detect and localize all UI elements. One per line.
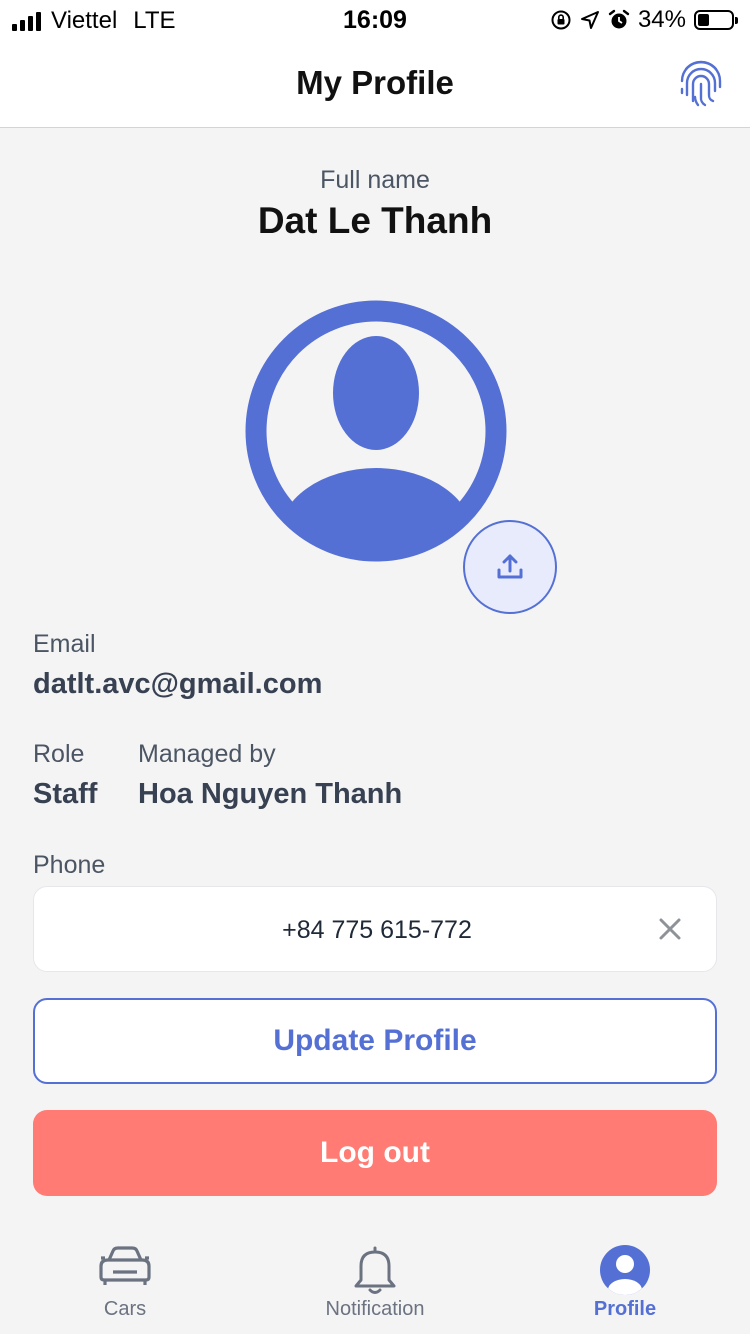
upload-icon xyxy=(497,554,523,579)
user-avatar-icon xyxy=(245,300,507,562)
orientation-lock-icon xyxy=(551,10,571,30)
phone-input[interactable] xyxy=(34,887,720,973)
role-value: Staff xyxy=(33,778,98,810)
battery-icon xyxy=(694,10,738,30)
full-name-value: Dat Le Thanh xyxy=(257,200,493,241)
phone-label: Phone xyxy=(33,851,106,879)
profile-icon xyxy=(600,1245,650,1295)
status-right: 34% xyxy=(550,6,738,34)
navigation-bar: My Profile xyxy=(0,40,750,128)
managed-by-value: Hoa Nguyen Thanh xyxy=(138,778,403,810)
fingerprint-icon[interactable] xyxy=(678,59,724,109)
page-title: My Profile xyxy=(296,64,454,101)
battery-percent: 34% xyxy=(637,6,686,33)
full-name-label: Full name xyxy=(320,166,430,194)
location-icon xyxy=(580,11,599,29)
car-icon xyxy=(99,1246,151,1285)
phone-field xyxy=(33,886,720,973)
tab-cars-label: Cars xyxy=(103,1298,147,1320)
status-bar: Viettel LTE 16:09 34% xyxy=(0,0,750,40)
email-label: Email xyxy=(33,630,96,658)
tab-bar: Cars Notification Profile xyxy=(0,1226,750,1334)
managed-by-label: Managed by xyxy=(138,740,276,768)
email-value: datlt.avc@gmail.com xyxy=(33,668,323,700)
avatar xyxy=(245,300,507,562)
tab-profile-label: Profile xyxy=(593,1298,657,1320)
update-profile-button[interactable]: Update Profile xyxy=(33,998,717,1084)
bell-icon xyxy=(354,1246,396,1294)
tab-notification-label: Notification xyxy=(325,1298,425,1320)
clear-icon[interactable] xyxy=(658,917,682,941)
tab-cars[interactable]: Cars xyxy=(0,1226,250,1334)
upload-photo-button[interactable] xyxy=(463,520,557,614)
alarm-icon xyxy=(608,9,630,29)
tab-notification[interactable]: Notification xyxy=(250,1226,500,1334)
logout-button[interactable]: Log out xyxy=(33,1110,717,1196)
tab-profile[interactable]: Profile xyxy=(500,1226,750,1334)
role-label: Role xyxy=(33,740,85,768)
